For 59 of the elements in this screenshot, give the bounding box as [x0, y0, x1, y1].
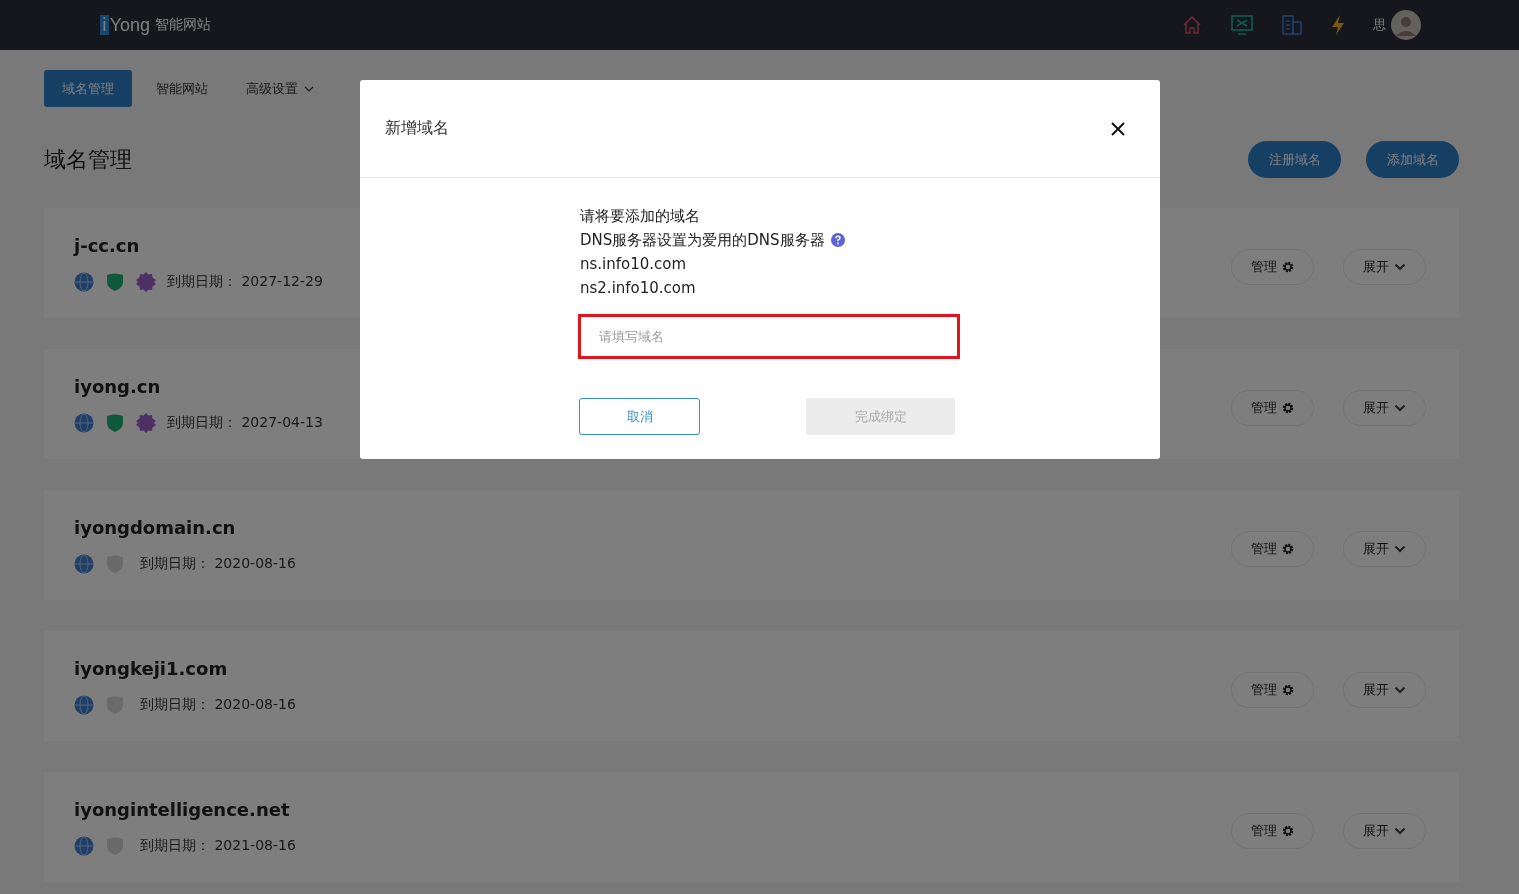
dialog-text: ns2.info10.com	[580, 278, 696, 299]
domain-name: iyongintelligence.net	[74, 798, 291, 820]
home-icon[interactable]	[1181, 14, 1203, 36]
gear-icon	[1282, 825, 1294, 837]
nav-tab[interactable]: 智能网站	[142, 70, 222, 107]
action-button[interactable]: 添加域名	[1366, 141, 1459, 178]
expiry-date: 到期日期： 2020-08-16	[140, 554, 296, 573]
globe-icon	[74, 412, 94, 433]
manage-button[interactable]: 管理	[1231, 813, 1314, 849]
globe-icon	[74, 835, 94, 856]
chevron-down-icon	[1394, 545, 1406, 553]
globe-icon	[74, 271, 94, 292]
dialog-text: DNS服务器设置为爱用的DNS服务器	[580, 230, 825, 251]
nav-tab[interactable]: 高级设置	[232, 70, 328, 107]
manage-button[interactable]: 管理	[1231, 672, 1314, 708]
help-icon[interactable]	[830, 233, 845, 247]
globe-icon	[74, 553, 94, 574]
domain-input-field[interactable]: 请填写域名	[578, 314, 960, 359]
domain-name: iyong.cn	[74, 375, 162, 397]
expiry-date: 到期日期： 2021-08-16	[140, 836, 296, 855]
logo-mark: i	[100, 15, 109, 35]
page-title: 域名管理	[44, 145, 132, 174]
gear-icon	[1282, 402, 1294, 414]
expand-button[interactable]: 展开	[1343, 249, 1426, 285]
chevron-down-icon	[1394, 263, 1406, 271]
manage-button[interactable]: 管理	[1231, 390, 1314, 426]
dialog-text: ns.info10.com	[580, 254, 687, 275]
manage-button[interactable]: 管理	[1231, 531, 1314, 567]
logo-subtitle: 智能网站	[155, 16, 212, 34]
domain-name: j-cc.cn	[74, 234, 141, 256]
dialog-title: 新增域名	[385, 118, 449, 139]
globe-icon	[74, 694, 94, 715]
expiry-date: 到期日期： 2027-12-29	[167, 272, 323, 291]
domain-name: iyongdomain.cn	[74, 516, 237, 538]
gear-icon	[1282, 261, 1294, 273]
expiry-date: 到期日期： 2020-08-16	[140, 695, 296, 714]
expand-button[interactable]: 展开	[1343, 672, 1426, 708]
chevron-down-icon	[1394, 686, 1406, 694]
expand-button[interactable]: 展开	[1343, 390, 1426, 426]
lightning-icon[interactable]	[1330, 14, 1346, 36]
manage-button[interactable]: 管理	[1231, 249, 1314, 285]
chevron-down-icon	[1394, 404, 1406, 412]
close-icon[interactable]	[1110, 120, 1126, 137]
expand-button[interactable]: 展开	[1343, 813, 1426, 849]
monitor-icon[interactable]	[1230, 14, 1254, 36]
expiry-date: 到期日期： 2027-04-13	[167, 413, 323, 432]
user-name: 思	[1373, 16, 1386, 34]
logo-text: Yong	[109, 14, 151, 36]
avatar-icon[interactable]	[1391, 10, 1421, 40]
dialog-text: 请将要添加的域名	[580, 206, 700, 227]
gear-icon	[1282, 543, 1294, 555]
nav-tab[interactable]: 域名管理	[44, 70, 132, 107]
chevron-down-icon	[1394, 827, 1406, 835]
action-button[interactable]: 注册域名	[1248, 141, 1341, 178]
expand-button[interactable]: 展开	[1343, 531, 1426, 567]
cancel-button[interactable]: 取消	[579, 398, 700, 435]
gear-icon	[1282, 684, 1294, 696]
domain-name: iyongkeji1.com	[74, 657, 229, 679]
building-icon[interactable]	[1281, 14, 1303, 36]
